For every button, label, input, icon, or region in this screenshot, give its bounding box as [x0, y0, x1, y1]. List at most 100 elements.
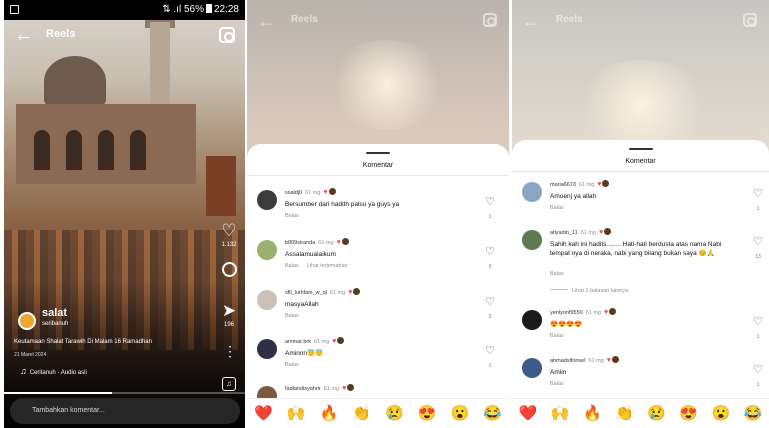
comment-username[interactable]: atiyadin_11	[550, 230, 578, 236]
comment-like[interactable]: ♡ 1	[751, 184, 765, 213]
comment-like[interactable]: ♡ 1	[483, 341, 497, 370]
creator-heart-icon: ♥	[342, 385, 347, 392]
view-replies-link[interactable]: Lihat 1 balasan lainnya	[550, 288, 628, 294]
emoji-crying-icon[interactable]: 😢	[383, 404, 405, 424]
mosque-arch	[130, 130, 146, 170]
channel-avatar[interactable]	[18, 312, 36, 330]
divider	[512, 171, 769, 172]
avatar[interactable]	[257, 290, 277, 310]
reel-date: 21 Maret 2024	[14, 352, 47, 358]
emoji-reaction-bar: ❤️ 🙌 🔥 👏 😢 😍 😮 😂	[247, 398, 509, 428]
creator-avatar-icon	[328, 188, 336, 195]
emoji-surprised-icon[interactable]: 😮	[449, 404, 471, 424]
reply-button[interactable]: Balas	[550, 333, 564, 339]
comment-username[interactable]: ammar.brk	[285, 339, 311, 345]
emoji-heart-icon[interactable]: ❤️	[517, 404, 539, 424]
comment-button[interactable]	[216, 262, 242, 302]
comment-time: 61 mg	[588, 358, 604, 364]
comment-like-count: 13	[755, 254, 761, 260]
like-button[interactable]: ♡ 1.132	[216, 222, 242, 262]
comment-like[interactable]: ♡ 1	[483, 192, 497, 221]
avatar[interactable]	[522, 182, 542, 202]
emoji-fire-icon[interactable]: 🔥	[581, 404, 603, 424]
comment-username[interactable]: sfil_luthfani_w_ql	[285, 290, 327, 296]
emoji-fire-icon[interactable]: 🔥	[318, 404, 340, 424]
sheet-grabber[interactable]	[628, 148, 653, 150]
creator-heart-icon: ♥	[348, 289, 353, 296]
camera-icon[interactable]	[219, 27, 235, 43]
paper-plane-icon: ➤	[221, 301, 237, 320]
see-translation-link[interactable]: Lihat terjemahan	[307, 263, 348, 269]
comment-time: 61 mg	[323, 386, 340, 392]
comment-meta: atiyadin_11 61 mg ♥	[550, 228, 612, 236]
emoji-raised-hands-icon[interactable]: 🙌	[285, 404, 307, 424]
comment-like[interactable]: ♡ 1	[751, 360, 765, 389]
channel-brand[interactable]: salat seribanuh	[42, 308, 68, 330]
heart-outline-icon: ♡	[753, 188, 763, 200]
gallery-notification-icon	[10, 5, 19, 14]
reply-button[interactable]: Balas	[285, 362, 299, 368]
comment-username[interactable]: fadlandisyahrir	[285, 386, 321, 392]
comment-username[interactable]: yenlyonf9550	[550, 310, 583, 316]
comment-like[interactable]: ♡ 13	[751, 232, 765, 261]
channel-subtitle: seribanuh	[42, 321, 69, 327]
emoji-clap-icon[interactable]: 👏	[613, 404, 635, 424]
audio-link[interactable]: ♫ Ceritanuh · Audio asli	[20, 366, 87, 376]
comment-like[interactable]: ♡ 3	[483, 242, 497, 271]
comment-meta: ahmadsifonsel 61 mg ♥	[550, 356, 619, 364]
add-comment-input[interactable]: Tambahkan komentar...	[10, 398, 240, 424]
emoji-laughing-icon[interactable]: 😂	[482, 404, 504, 424]
comment-meta: fadlandisyahrir 61 mg ♥	[285, 384, 355, 392]
camera-icon[interactable]	[483, 13, 497, 27]
reply-button[interactable]: Balas	[550, 205, 564, 211]
comments-sheet: Komentar maria6673 61 mg ♥ Amoenj ya allah…	[512, 140, 769, 428]
avatar[interactable]	[522, 358, 542, 378]
comment-username[interactable]: ssaldj0	[285, 190, 302, 196]
comment-like[interactable]: ♡ 3	[483, 292, 497, 321]
back-arrow-icon[interactable]: ←	[522, 10, 540, 32]
avatar[interactable]	[522, 230, 542, 250]
share-button[interactable]: ➤ 196	[216, 302, 242, 342]
more-options-button[interactable]: ⋮	[216, 342, 242, 372]
comment-time: 61 mg	[579, 182, 595, 188]
emoji-clap-icon[interactable]: 👏	[351, 404, 373, 424]
emoji-heart-eyes-icon[interactable]: 😍	[678, 404, 700, 424]
back-arrow-icon[interactable]: ←	[14, 24, 34, 46]
avatar[interactable]	[257, 190, 277, 210]
creator-avatar-icon	[604, 228, 612, 235]
emoji-laughing-icon[interactable]: 😂	[742, 404, 764, 424]
comment-like[interactable]: ♡ 1	[751, 312, 765, 341]
reel-caption[interactable]: Keutamaan Shalat Tarawih Di Malam 16 Ram…	[14, 338, 204, 346]
emoji-crying-icon[interactable]: 😢	[646, 404, 668, 424]
comment-text: Amoenj ya allah	[550, 193, 597, 200]
comment-time: 61 mg	[585, 310, 602, 316]
sheet-grabber[interactable]	[366, 152, 390, 154]
comments-screen-1: ← Reels Komentar ssaldj0 61 mg ♥ Bersumber…	[247, 0, 509, 428]
reply-button[interactable]: Balas	[550, 271, 564, 277]
avatar[interactable]	[257, 339, 277, 359]
emoji-heart-eyes-icon[interactable]: 😍	[416, 404, 438, 424]
progress-fill	[4, 392, 113, 394]
comment-username[interactable]: b809siranda	[285, 240, 315, 246]
reply-button[interactable]: Balas	[285, 263, 299, 269]
back-arrow-icon[interactable]: ←	[257, 10, 275, 32]
audio-label: Ceritanuh · Audio asli	[29, 370, 87, 376]
emoji-heart-icon[interactable]: ❤️	[252, 404, 274, 424]
emoji-surprised-icon[interactable]: 😮	[710, 404, 732, 424]
mosque-dome	[44, 56, 106, 106]
reply-button[interactable]: Balas	[285, 313, 299, 319]
camera-icon[interactable]	[743, 13, 757, 27]
video-progress[interactable]	[4, 392, 245, 394]
avatar[interactable]	[257, 240, 277, 260]
comments-screen-2: ← Reels Komentar maria6673 61 mg ♥ Amoenj …	[512, 0, 769, 428]
avatar[interactable]	[522, 310, 542, 330]
comment-username[interactable]: ahmadsifonsel	[550, 358, 585, 364]
reply-button[interactable]: Balas	[550, 381, 564, 387]
comment-text: masyaAllah	[285, 301, 319, 308]
comment-username[interactable]: maria6673	[550, 182, 576, 188]
comment-meta: ammar.brk 61 mg ♥	[285, 337, 345, 345]
emoji-raised-hands-icon[interactable]: 🙌	[549, 404, 571, 424]
video-frame[interactable]	[4, 0, 245, 428]
reels-video-screen[interactable]: ⇅ .ıl 56% 22:28 ← Reels ♡ 1.132 ➤ 196 ⋮	[4, 0, 245, 428]
reply-button[interactable]: Balas	[285, 213, 299, 219]
